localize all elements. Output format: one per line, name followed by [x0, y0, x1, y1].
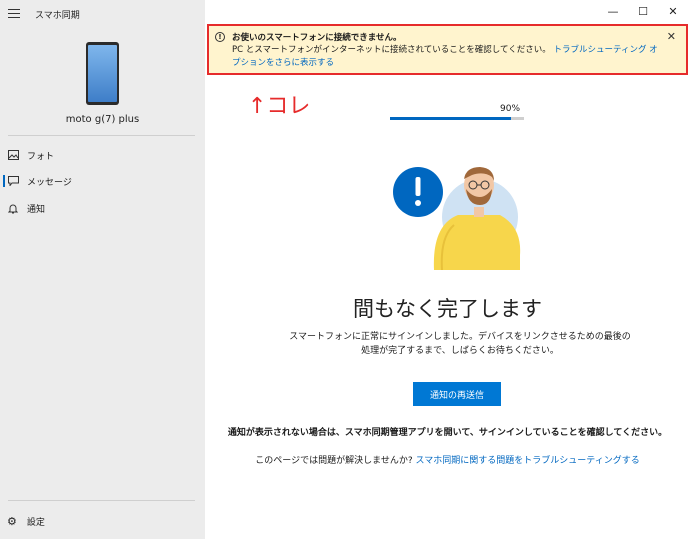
help-text: このページでは問題が解決しませんか?: [255, 456, 413, 466]
sidebar-divider: [8, 500, 195, 501]
message-icon: [7, 175, 19, 187]
sidebar-item-label: メッセージ: [27, 177, 72, 188]
sidebar-divider: [8, 135, 195, 136]
sidebar-item-messages[interactable]: メッセージ: [0, 169, 205, 193]
annotation-arrow-text: ↑コレ: [248, 94, 311, 119]
device-name: moto g(7) plus: [65, 114, 140, 125]
phone-image: [86, 42, 119, 105]
banner-message: PC とスマートフォンがインターネットに接続されていることを確認してください。 …: [232, 44, 662, 70]
help-line: このページでは問題が解決しませんか? スマホ同期に関する問題をトラブルシューティ…: [205, 453, 690, 466]
troubleshoot-link[interactable]: スマホ同期に関する問題をトラブルシューティングする: [416, 456, 640, 466]
person-illustration: [393, 167, 521, 270]
hamburger-menu-icon[interactable]: [8, 9, 20, 19]
description-text: スマートフォンに正常にサインインしました。デバイスをリンクさせるための最後の処理…: [289, 332, 631, 356]
sidebar: スマホ同期 moto g(7) plus フォト メッセージ 通知 ⚙ 設定: [0, 0, 205, 539]
notice-text: 通知が表示されない場合は、スマホ同期管理アプリを開いて、サインインしていることを…: [227, 428, 668, 438]
gear-icon: ⚙: [7, 514, 17, 528]
banner-message-text: PC とスマートフォンがインターネットに接続されていることを確認してください。: [232, 45, 551, 55]
progress-percent: 90%: [500, 104, 521, 114]
sidebar-item-label: 通知: [27, 204, 46, 215]
sidebar-item-notifications[interactable]: 通知: [0, 196, 205, 220]
resend-notification-button[interactable]: 通知の再送信: [413, 382, 501, 406]
progress-fill: [390, 117, 511, 120]
sidebar-item-label: フォト: [27, 151, 55, 162]
app-title: スマホ同期: [35, 11, 80, 21]
maximize-button[interactable]: ☐: [628, 0, 658, 22]
sidebar-item-settings[interactable]: ⚙ 設定: [0, 512, 205, 530]
close-window-button[interactable]: ✕: [658, 0, 688, 22]
photo-icon: [7, 149, 19, 161]
sidebar-item-label: 設定: [26, 517, 45, 528]
banner-close-button[interactable]: ✕: [667, 30, 676, 43]
info-icon: !: [215, 32, 225, 42]
progress-bar: [390, 117, 524, 120]
page-title: 間もなく完了します: [353, 297, 542, 321]
banner-title: お使いのスマートフォンに接続できません。: [232, 33, 402, 43]
bell-icon: [7, 202, 19, 214]
sidebar-item-photos[interactable]: フォト: [0, 143, 205, 167]
error-banner: ! お使いのスマートフォンに接続できません。 PC とスマートフォンがインターネ…: [207, 24, 688, 75]
minimize-button[interactable]: —: [598, 0, 628, 22]
